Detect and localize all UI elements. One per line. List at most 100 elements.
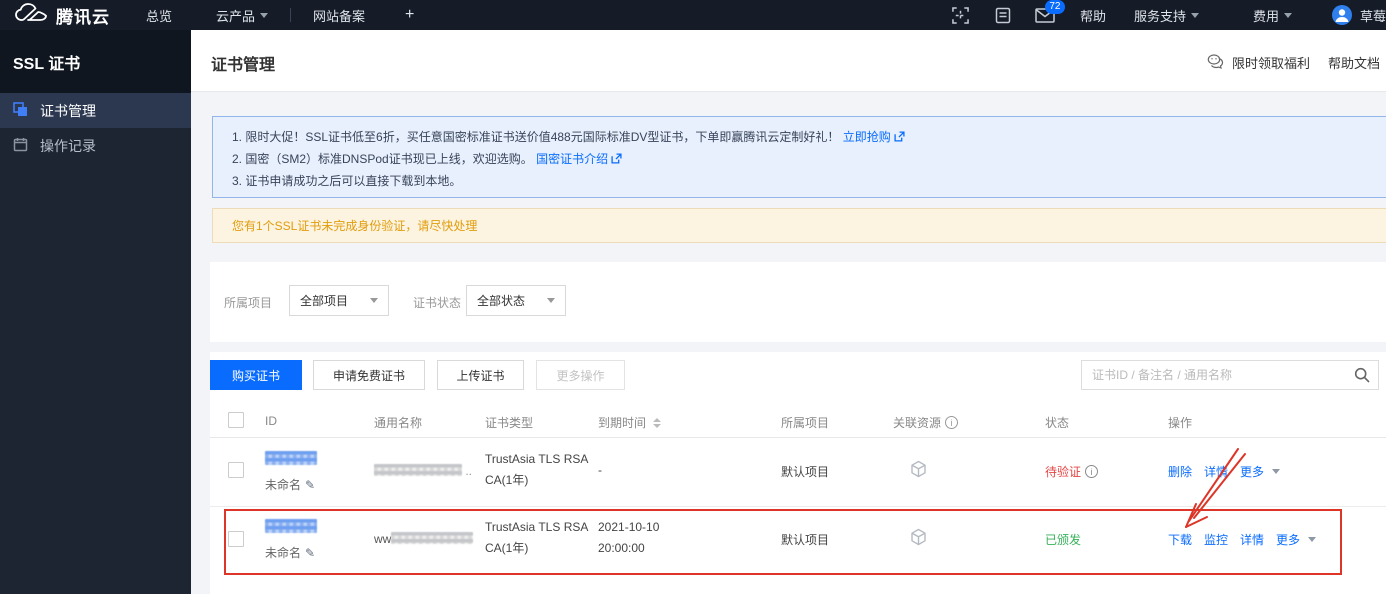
details-link[interactable]: 详情 bbox=[1240, 531, 1264, 548]
verification-warning-banner: 您有1个SSL证书未完成身份验证，请尽快处理 bbox=[212, 208, 1386, 243]
row-actions: 删除 详情 更多 bbox=[1168, 463, 1281, 480]
col-header-common-name: 通用名称 bbox=[374, 416, 423, 430]
row-checkbox[interactable] bbox=[228, 462, 244, 478]
sm2-intro-link[interactable]: 国密证书介绍 bbox=[536, 152, 608, 166]
tencent-cloud-logo[interactable]: 腾讯云 bbox=[0, 2, 124, 28]
search-icon[interactable] bbox=[1354, 367, 1370, 388]
help-doc-link[interactable]: 帮助文档 bbox=[1328, 53, 1386, 72]
sidebar-item-cert-management[interactable]: 证书管理 bbox=[0, 93, 191, 128]
external-link-icon bbox=[894, 128, 905, 149]
promo-notice-banner: 1. 限时大促！SSL证书低至6折，买任意国密标准证书送价值488元国际标准DV… bbox=[212, 116, 1386, 198]
resource-package-icon bbox=[910, 528, 927, 549]
more-link[interactable]: 更多 bbox=[1240, 463, 1264, 480]
more-actions-button[interactable]: 更多操作 bbox=[536, 360, 625, 390]
table-row: 未命名 ✎ ww TrustAsia TLS RSA CA(1年) 2021-10-… bbox=[210, 507, 1386, 575]
page-header: 证书管理 限时领取福利 帮助文档 bbox=[191, 30, 1386, 92]
chevron-down-icon[interactable] bbox=[1308, 537, 1317, 542]
cert-type: TrustAsia TLS RSA CA(1年) bbox=[485, 520, 589, 555]
col-header-project: 所属项目 bbox=[781, 416, 830, 430]
help-link[interactable]: 帮助 bbox=[1066, 6, 1120, 25]
header-links: 限时领取福利 帮助文档 bbox=[1207, 53, 1386, 72]
notice-line: 3. 证书申请成功之后可以直接下载到本地。 bbox=[232, 174, 462, 188]
nav-overview[interactable]: 总览 bbox=[124, 0, 194, 30]
info-icon[interactable]: i bbox=[945, 416, 959, 429]
avatar[interactable] bbox=[1331, 5, 1352, 25]
info-icon[interactable]: i bbox=[1085, 465, 1099, 478]
add-tab-button[interactable]: + bbox=[387, 6, 432, 24]
download-link[interactable]: 下载 bbox=[1168, 531, 1192, 548]
mail-icon[interactable]: 72 bbox=[1024, 0, 1066, 30]
cloud-logo-icon bbox=[14, 2, 48, 28]
page-title: 证书管理 bbox=[211, 57, 276, 74]
sidebar-item-operation-log[interactable]: 操作记录 bbox=[0, 128, 191, 163]
row-checkbox[interactable] bbox=[228, 531, 244, 547]
grab-now-link[interactable]: 立即抢购 bbox=[843, 130, 891, 144]
chevron-down-icon bbox=[1190, 12, 1199, 18]
select-all-checkbox[interactable] bbox=[228, 412, 244, 428]
calendar-icon bbox=[13, 137, 28, 155]
mail-badge: 72 bbox=[1044, 0, 1065, 14]
project-filter-select[interactable]: 全部项目 bbox=[289, 285, 389, 316]
col-header-resources: 关联资源 i bbox=[893, 414, 959, 431]
expire-time: 2021-10-10 20:00:00 bbox=[598, 520, 660, 555]
app-window: 腾讯云 总览 云产品 网站备案 + 72 帮助 服务支持 费用 草莓 SSL 证… bbox=[0, 0, 1386, 594]
chevron-down-icon bbox=[547, 298, 555, 303]
search-input[interactable] bbox=[1081, 360, 1379, 390]
notice-line: 2. 国密（SM2）标准DNSPod证书现已上线，欢迎选购。 国密证书介绍 bbox=[232, 149, 1386, 171]
account-name[interactable]: 草莓 bbox=[1360, 6, 1386, 25]
edit-pencil-icon[interactable]: ✎ bbox=[305, 546, 315, 560]
col-header-actions: 操作 bbox=[1168, 416, 1193, 430]
status-filter-select[interactable]: 全部状态 bbox=[466, 285, 566, 316]
status-filter-label: 证书状态 bbox=[413, 296, 462, 310]
delete-link[interactable]: 删除 bbox=[1168, 463, 1192, 480]
topbar-right: 72 帮助 服务支持 费用 草莓 bbox=[940, 0, 1386, 30]
topbar: 腾讯云 总览 云产品 网站备案 + 72 帮助 服务支持 费用 草莓 bbox=[0, 0, 1386, 30]
document-icon[interactable] bbox=[982, 0, 1024, 30]
cert-type: TrustAsia TLS RSA CA(1年) bbox=[485, 452, 589, 487]
common-name-redacted: .. bbox=[374, 464, 472, 478]
scan-icon[interactable] bbox=[940, 0, 982, 30]
monitor-link[interactable]: 监控 bbox=[1204, 531, 1228, 548]
row-actions: 下载 监控 详情 更多 bbox=[1168, 531, 1317, 548]
support-menu[interactable]: 服务支持 bbox=[1120, 6, 1213, 25]
status-badge: 已颁发 bbox=[1045, 533, 1082, 547]
col-header-id: ID bbox=[265, 414, 277, 428]
common-name-redacted: ww bbox=[374, 532, 474, 546]
table-header-row: ID 通用名称 证书类型 到期时间 所属项目 关联资源 i 状态 操作 bbox=[210, 405, 1386, 438]
buy-cert-button[interactable]: 购买证书 bbox=[210, 360, 302, 390]
search-box bbox=[1081, 360, 1379, 390]
status-badge: 待验证 i bbox=[1045, 463, 1099, 480]
billing-menu[interactable]: 费用 bbox=[1239, 6, 1306, 25]
col-header-cert-type: 证书类型 bbox=[485, 416, 534, 430]
sort-icon[interactable] bbox=[653, 417, 662, 428]
main-content: 证书管理 限时领取福利 帮助文档 1. 限时大促！SSL证书低至6折，买任意国密… bbox=[191, 30, 1386, 594]
sidebar-header: SSL 证书 bbox=[0, 30, 191, 93]
nav-beian[interactable]: 网站备案 bbox=[291, 0, 387, 30]
apply-free-cert-button[interactable]: 申请免费证书 bbox=[313, 360, 425, 390]
brand-name: 腾讯云 bbox=[56, 7, 110, 27]
expire-time: - bbox=[598, 463, 602, 477]
project-filter-label: 所属项目 bbox=[224, 296, 273, 310]
nav-products[interactable]: 云产品 bbox=[194, 0, 290, 30]
certificate-icon bbox=[13, 101, 28, 120]
chevron-down-icon[interactable] bbox=[1272, 469, 1281, 474]
col-header-expire: 到期时间 bbox=[598, 414, 662, 431]
sidebar: SSL 证书 证书管理 操作记录 bbox=[0, 30, 191, 594]
upload-cert-button[interactable]: 上传证书 bbox=[437, 360, 524, 390]
cert-name: 未命名 ✎ bbox=[265, 477, 316, 493]
chevron-down-icon bbox=[370, 298, 378, 303]
sidebar-item-label: 操作记录 bbox=[40, 137, 96, 154]
details-link[interactable]: 详情 bbox=[1204, 463, 1228, 480]
promo-link[interactable]: 限时领取福利 bbox=[1207, 53, 1310, 72]
project-cell: 默认项目 bbox=[781, 533, 830, 547]
certificate-table-card: 购买证书 申请免费证书 上传证书 更多操作 ID 通用名称 证书类型 到期时间 bbox=[210, 352, 1386, 594]
project-cell: 默认项目 bbox=[781, 465, 830, 479]
cert-id-redacted bbox=[265, 519, 317, 534]
edit-pencil-icon[interactable]: ✎ bbox=[305, 478, 315, 492]
more-link[interactable]: 更多 bbox=[1276, 531, 1300, 548]
sidebar-title: SSL 证书 bbox=[13, 55, 81, 73]
notice-line: 1. 限时大促！SSL证书低至6折，买任意国密标准证书送价值488元国际标准DV… bbox=[232, 127, 1386, 149]
wechat-icon bbox=[1207, 53, 1226, 72]
sidebar-item-label: 证书管理 bbox=[40, 102, 96, 119]
cert-id-redacted bbox=[265, 451, 317, 466]
